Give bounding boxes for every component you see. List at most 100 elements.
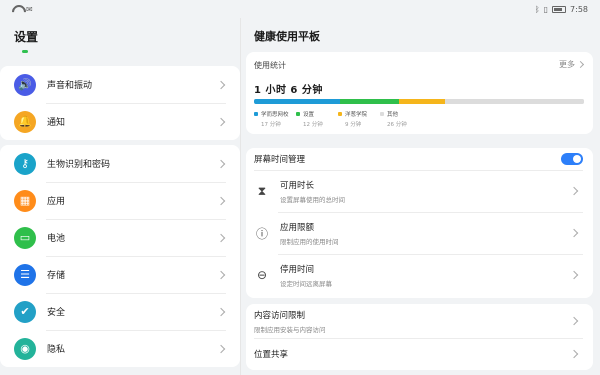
usage-stats-card[interactable]: 使用统计 更多 1 小时 6 分钟 学而思网校 17 分钟 设置 12 分钟 洋葱学院 9… — [246, 52, 593, 134]
more-link[interactable]: 更多 — [559, 59, 585, 70]
screen-time-toggle[interactable] — [561, 153, 583, 165]
clock: 7:58 — [570, 4, 588, 14]
sidebar-item-label: 电池 — [47, 234, 66, 244]
row-title: 内容访问限制 — [254, 310, 306, 321]
legend-label: 其他 — [387, 112, 399, 118]
detail-panel: 健康使用平板 使用统计 更多 1 小时 6 分钟 学而思网校 17 分钟 设置 12 … — [241, 18, 600, 375]
wifi-icon — [12, 5, 22, 13]
apps-icon: ▦ — [14, 189, 36, 212]
more-label: 更多 — [559, 60, 575, 69]
list-item-app-limits[interactable]: ⓘ 应用限额 限制应用的使用时间 — [246, 212, 593, 254]
chevron-right-icon — [569, 228, 579, 238]
sidebar-item-storage[interactable]: ☰ 存储 — [0, 256, 240, 293]
usage-segment — [399, 99, 446, 104]
sidebar-item-apps[interactable]: ▦ 应用 — [0, 182, 240, 219]
sidebar-item-label: 通知 — [47, 118, 66, 128]
chevron-right-icon — [569, 186, 579, 196]
row-text: 停用时间 设定时间远离屏幕 — [280, 263, 332, 288]
sidebar-item-label: 隐私 — [47, 345, 66, 355]
legend-name: 洋葱学院 — [338, 110, 380, 118]
legend-label: 学而思网校 — [261, 112, 289, 118]
sidebar-item-privacy[interactable]: ◉ 隐私 — [0, 330, 240, 367]
chevron-right-icon — [569, 316, 579, 326]
sidebar-item-label: 声音和振动 — [47, 81, 93, 91]
vibrate-icon: ▯ — [543, 4, 549, 14]
row-subtitle: 限制应用安装与内容访问 — [254, 325, 326, 334]
row-subtitle: 限制应用的使用时间 — [280, 237, 339, 246]
legend-item: 其他 26 分钟 — [380, 110, 422, 128]
usage-segment — [254, 99, 340, 104]
chevron-right-icon — [569, 349, 579, 359]
legend-time: 26 分钟 — [387, 122, 407, 128]
row-title: 应用限额 — [280, 222, 315, 233]
row-divider — [278, 212, 583, 213]
speaker-icon: 🔊 — [14, 73, 36, 96]
alert-icon: ⓘ — [255, 226, 268, 241]
usage-stats-label: 使用统计 — [254, 61, 286, 70]
legend-item: 洋葱学院 9 分钟 — [338, 110, 380, 128]
legend-swatch — [296, 112, 300, 116]
legend-item: 学而思网校 17 分钟 — [254, 110, 296, 128]
usage-bar — [254, 99, 584, 104]
list-item-content-restrictions[interactable]: 内容访问限制 限制应用安装与内容访问 — [246, 304, 593, 338]
bluetooth-icon: ᛒ — [534, 4, 540, 14]
legend-time: 12 分钟 — [303, 122, 323, 128]
chevron-right-icon — [216, 233, 226, 242]
key-icon: ⚷ — [14, 152, 36, 175]
chevron-right-icon — [216, 80, 226, 89]
chevron-right-icon — [216, 196, 226, 205]
row-text: 应用限额 限制应用的使用时间 — [280, 221, 339, 246]
legend-name: 设置 — [296, 110, 338, 118]
mail-icon: ✉ — [26, 4, 33, 14]
legend-name: 其他 — [380, 110, 422, 118]
storage-icon: ☰ — [14, 263, 36, 286]
chevron-right-icon — [216, 159, 226, 168]
card-main-settings: ⚷ 生物识别和密码 ▦ 应用 ▭ 电池 ☰ 存储 ✔ 安全 ◉ 隐私 — [0, 145, 240, 367]
hourglass-icon: ⧗ — [257, 183, 267, 198]
settings-sidebar: 设置 🔊 声音和振动 🔔 通知 ⚷ 生物识别和密码 ▦ 应用 ▭ 电池 ☰ 存储… — [0, 18, 240, 375]
sidebar-item-label: 应用 — [47, 197, 66, 207]
list-item-downtime[interactable]: ⊖ 停用时间 设定时间远离屏幕 — [246, 254, 593, 296]
legend-name: 学而思网校 — [254, 110, 296, 118]
list-item-location-sharing[interactable]: 位置共享 — [246, 338, 593, 370]
row-divider — [254, 170, 583, 171]
chevron-right-icon — [216, 307, 226, 316]
row-subtitle: 设置屏幕使用的总时间 — [280, 195, 345, 204]
legend-swatch — [380, 112, 384, 116]
usage-legend: 学而思网校 17 分钟 设置 12 分钟 洋葱学院 9 分钟 其他 26 分钟 — [254, 110, 422, 128]
battery-icon: ▭ — [14, 226, 36, 249]
row-text: 内容访问限制 限制应用安装与内容访问 — [254, 309, 326, 334]
chevron-right-icon — [569, 270, 579, 280]
sidebar-item-label: 生物识别和密码 — [47, 160, 111, 170]
sidebar-item-battery[interactable]: ▭ 电池 — [0, 219, 240, 256]
sidebar-item-sound[interactable]: 🔊 声音和振动 — [0, 66, 240, 103]
battery-status-icon — [552, 5, 567, 13]
screen-time-toggle-row[interactable]: 屏幕时间管理 — [246, 148, 593, 170]
screen-time-label: 屏幕时间管理 — [254, 155, 306, 165]
bell-icon: 🔔 — [14, 110, 36, 133]
card-sound-notify: 🔊 声音和振动 🔔 通知 — [0, 66, 240, 140]
chevron-right-icon — [216, 344, 226, 353]
status-left: ✉ — [12, 5, 33, 14]
screen-time-card: 屏幕时间管理 ⧗ 可用时长 设置屏幕使用的总时间 ⓘ 应用限额 限制应用的使用时… — [246, 148, 593, 298]
row-text: 可用时长 设置屏幕使用的总时间 — [280, 179, 345, 204]
sidebar-item-notification[interactable]: 🔔 通知 — [0, 103, 240, 140]
sidebar-item-security[interactable]: ✔ 安全 — [0, 293, 240, 330]
sidebar-item-label: 存储 — [47, 271, 66, 281]
sidebar-title: 设置 — [14, 30, 39, 44]
legend-swatch — [254, 112, 258, 116]
usage-segment — [339, 99, 400, 104]
status-bar: ✉ ᛒ ▯ 7:58 — [0, 0, 600, 18]
legend-time: 17 分钟 — [261, 122, 281, 128]
row-title: 停用时间 — [280, 264, 315, 275]
chevron-right-icon — [216, 270, 226, 279]
shield-icon: ✔ — [14, 300, 36, 323]
status-right: ᛒ ▯ 7:58 — [535, 5, 588, 14]
legend-swatch — [338, 112, 342, 116]
scroll-indicator — [22, 50, 28, 53]
chevron-right-icon — [576, 60, 585, 69]
sidebar-item-biometrics[interactable]: ⚷ 生物识别和密码 — [0, 145, 240, 182]
legend-item: 设置 12 分钟 — [296, 110, 338, 128]
list-item-available-time[interactable]: ⧗ 可用时长 设置屏幕使用的总时间 — [246, 170, 593, 212]
usage-segment — [445, 99, 584, 104]
